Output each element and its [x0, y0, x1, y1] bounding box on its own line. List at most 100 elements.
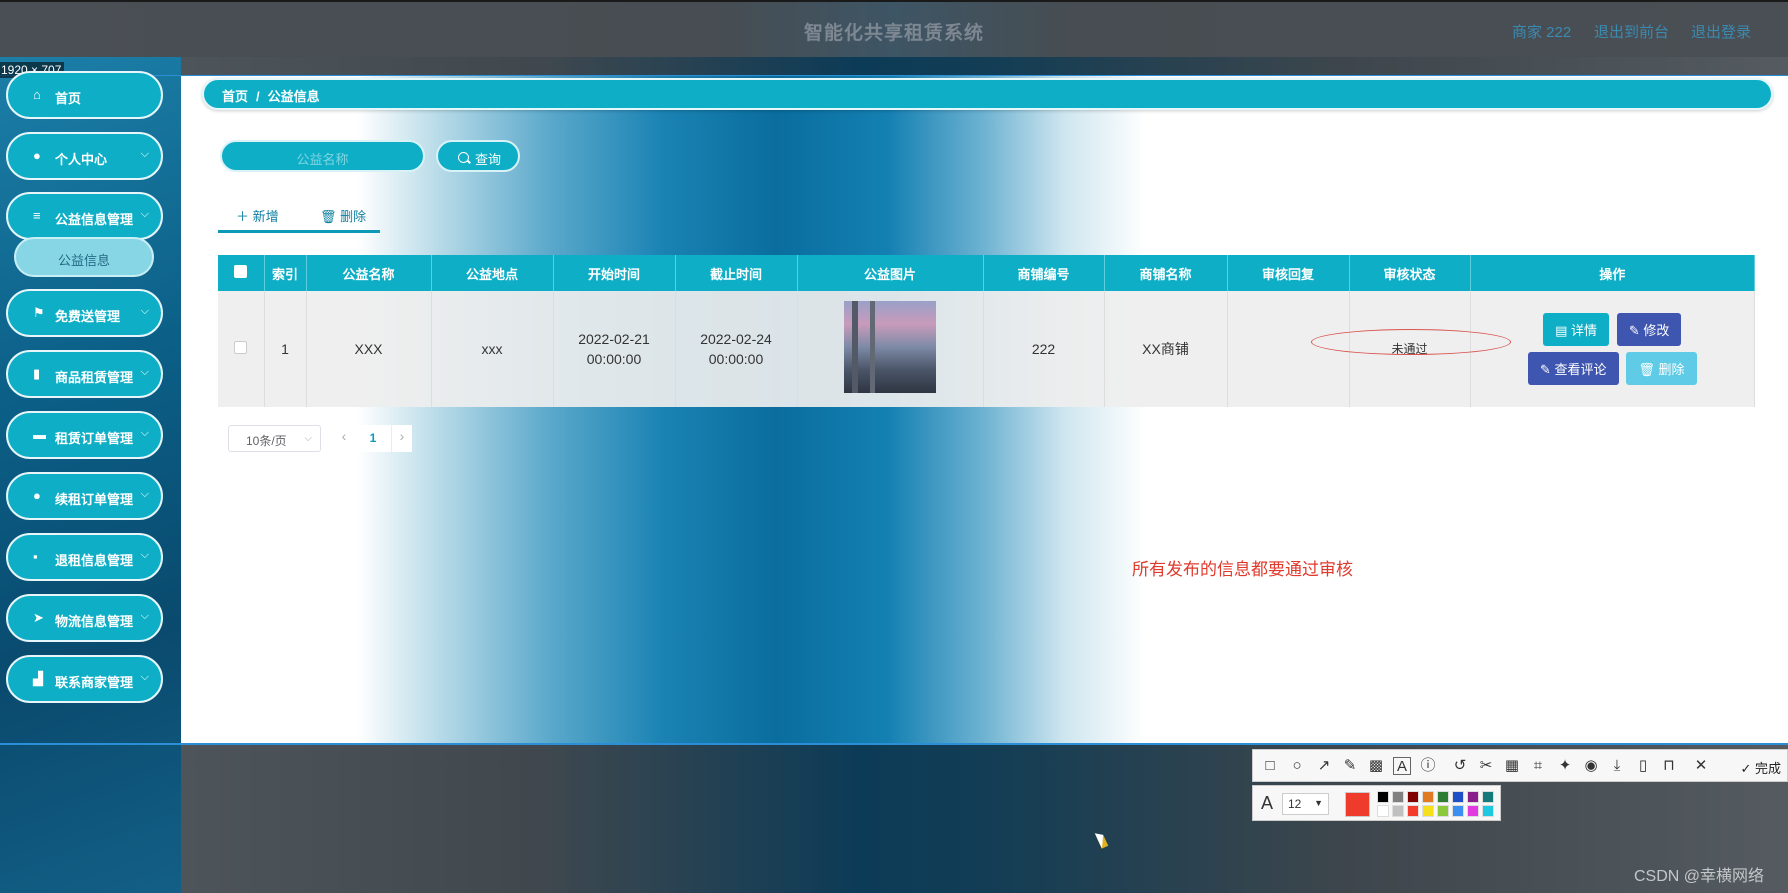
scissors-icon[interactable]: ✂ — [1477, 757, 1495, 775]
delete-selected-button[interactable]: 🗑 删除 — [320, 206, 366, 225]
next-page-button[interactable]: › — [392, 425, 412, 452]
color-swatch[interactable] — [1407, 805, 1419, 817]
pin-icon[interactable]: ✦ — [1556, 757, 1574, 775]
detail-button[interactable]: ▤ 详情 — [1543, 313, 1609, 346]
column-header[interactable]: 截止时间 — [675, 255, 798, 291]
sidebar-item-contact-merchant[interactable]: ▟ 联系商家管理 ⌵ — [6, 655, 163, 703]
search-input[interactable]: 公益名称 — [220, 140, 425, 172]
document-icon: ▤ — [1555, 323, 1571, 338]
chevron-down-icon: ⌵ — [140, 549, 149, 561]
current-color-swatch[interactable] — [1345, 792, 1370, 817]
color-swatch[interactable] — [1392, 805, 1404, 817]
chevron-down-icon: ⌵ — [140, 148, 149, 160]
close-icon[interactable]: ✕ — [1692, 757, 1710, 775]
color-swatch[interactable] — [1407, 791, 1419, 803]
snip-done-button[interactable]: ✓ 完成 — [1740, 758, 1781, 777]
sidebar-item-personal-center[interactable]: ● 个人中心 ⌵ — [6, 132, 163, 180]
row-checkbox[interactable] — [234, 341, 248, 354]
undo-icon[interactable]: ↺ — [1451, 757, 1469, 775]
breadcrumb-current: 公益信息 — [267, 89, 320, 104]
color-swatch[interactable] — [1452, 791, 1464, 803]
column-header[interactable]: 公益名称 — [306, 255, 432, 291]
chevron-down-icon: ⌵ — [304, 433, 312, 444]
phone-icon[interactable]: ▯ — [1634, 757, 1652, 775]
sidebar-item-home[interactable]: ⌂ 首页 — [6, 71, 163, 119]
table-row: 1 XXX xxx 2022-02-21 00:00:00 2022-02-24… — [218, 291, 1755, 407]
sidebar-item-return-info[interactable]: ▪ 退租信息管理 ⌵ — [6, 533, 163, 581]
column-header[interactable]: 索引 — [264, 255, 307, 291]
download-icon[interactable]: ⤓ — [1608, 757, 1626, 775]
ocr-icon[interactable]: ▦ — [1503, 757, 1521, 775]
color-swatch[interactable] — [1377, 791, 1389, 803]
sidebar-item-free-giveaway[interactable]: ⚑ 免费送管理 ⌵ — [6, 289, 163, 337]
sidebar-item-renewal-orders[interactable]: ● 续租订单管理 ⌵ — [6, 472, 163, 520]
chevron-down-icon: ⌵ — [140, 427, 149, 439]
color-swatch[interactable] — [1452, 805, 1464, 817]
shop-icon: ▟ — [33, 671, 43, 686]
chevron-down-icon: ⌵ — [140, 610, 149, 622]
edit-button[interactable]: ✎ 修改 — [1616, 313, 1682, 346]
breadcrumb-home[interactable]: 首页 — [222, 89, 248, 104]
column-header[interactable]: 公益图片 — [797, 255, 984, 291]
pencil-tool-icon[interactable]: ✎ — [1341, 757, 1359, 775]
column-header[interactable]: 审核状态 — [1349, 255, 1471, 291]
rectangle-tool-icon[interactable]: □ — [1261, 757, 1279, 775]
prev-page-button[interactable]: ‹ — [334, 425, 354, 452]
exit-to-front-link[interactable]: 退出到前台 — [1594, 21, 1669, 42]
color-swatch[interactable] — [1467, 791, 1479, 803]
text-tool-icon[interactable]: A — [1393, 757, 1411, 775]
sidebar-item-label: 退租信息管理 — [55, 553, 134, 568]
mosaic-tool-icon[interactable]: ▩ — [1367, 757, 1385, 775]
merchant-link[interactable]: 商家 222 — [1512, 21, 1571, 42]
sidebar-item-rental-orders[interactable]: ▬ 租赁订单管理 ⌵ — [6, 411, 163, 459]
color-swatch[interactable] — [1422, 805, 1434, 817]
logout-link[interactable]: 退出登录 — [1691, 21, 1751, 42]
view-comments-label: 查看评论 — [1554, 362, 1607, 377]
bookmark-icon[interactable]: ⊓ — [1660, 757, 1678, 775]
column-header[interactable]: 开始时间 — [553, 255, 676, 291]
sidebar-item-product-rental[interactable]: ▮ 商品租赁管理 ⌵ — [6, 350, 163, 398]
sidebar-item-label: 公益信息管理 — [55, 212, 134, 227]
search-button-label: 查询 — [475, 152, 502, 167]
row-delete-button[interactable]: 🗑 删除 — [1626, 352, 1697, 385]
color-swatch[interactable] — [1482, 791, 1494, 803]
send-icon: ➤ — [33, 610, 44, 625]
color-swatch[interactable] — [1467, 805, 1479, 817]
charity-image[interactable] — [844, 300, 936, 393]
color-swatch[interactable] — [1437, 791, 1449, 803]
color-swatch[interactable] — [1422, 791, 1434, 803]
column-header[interactable]: 商铺编号 — [983, 255, 1105, 291]
record-icon[interactable]: ◉ — [1582, 757, 1600, 775]
ellipse-tool-icon[interactable]: ○ — [1288, 757, 1306, 775]
font-icon: A — [1260, 793, 1273, 813]
color-swatch[interactable] — [1437, 805, 1449, 817]
arrow-tool-icon[interactable]: ↗ — [1315, 757, 1333, 775]
sidebar-item-charity-management[interactable]: ≡ 公益信息管理 ⌵ — [6, 192, 163, 240]
column-header[interactable]: 商铺名称 — [1104, 255, 1228, 291]
page-size-select[interactable]: 10条/页 ⌵ — [228, 425, 321, 452]
trash-icon: 🗑 — [1638, 362, 1659, 377]
check-icon: ✓ — [1740, 761, 1755, 776]
sidebar-item-logistics[interactable]: ➤ 物流信息管理 ⌵ — [6, 594, 163, 642]
cell-start-time: 2022-02-21 00:00:00 — [553, 291, 676, 407]
scan-icon[interactable]: ⌗ — [1529, 757, 1547, 775]
select-all-checkbox[interactable] — [234, 265, 248, 278]
color-swatch[interactable] — [1392, 791, 1404, 803]
font-size-select[interactable]: 12 ▼ — [1282, 793, 1329, 815]
search-button[interactable]: 查询 — [436, 140, 520, 172]
add-button[interactable]: ＋ 新增 — [236, 206, 279, 225]
number-tool-icon[interactable]: ⓘ — [1419, 757, 1437, 775]
current-page[interactable]: 1 — [355, 425, 391, 452]
plus-icon: ＋ — [236, 209, 253, 224]
cell-actions: ▤ 详情 ✎ 修改 ✎ 查看评论 🗑 删除 — [1470, 291, 1755, 407]
view-comments-button[interactable]: ✎ 查看评论 — [1527, 352, 1619, 385]
color-swatch[interactable] — [1377, 805, 1389, 817]
cell-end-time: 2022-02-24 00:00:00 — [675, 291, 798, 407]
annotation-ellipse — [1311, 329, 1512, 355]
color-swatch[interactable] — [1482, 805, 1494, 817]
column-header[interactable]: 公益地点 — [431, 255, 554, 291]
edit-label: 修改 — [1643, 323, 1670, 338]
search-icon — [458, 152, 469, 163]
column-header[interactable]: 审核回复 — [1227, 255, 1350, 291]
sidebar-subitem-charity-info[interactable]: 公益信息 — [14, 237, 154, 277]
